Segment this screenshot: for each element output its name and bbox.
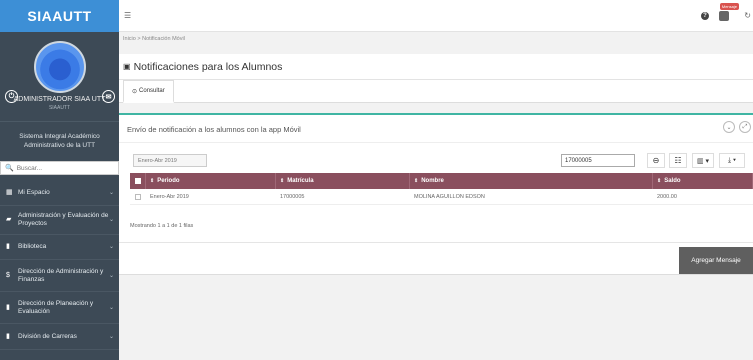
folder-icon: ▰ bbox=[6, 216, 12, 223]
columns-button[interactable]: ▥ ▾ bbox=[692, 153, 714, 168]
export-button[interactable]: ⤓ ▾ bbox=[719, 153, 745, 168]
cell-saldo: 2000.00 bbox=[657, 193, 677, 200]
chevron-down-icon: ⌄ bbox=[108, 189, 114, 196]
help-icon[interactable]: ? bbox=[701, 12, 709, 20]
select-all-checkbox[interactable] bbox=[130, 173, 146, 189]
notification-badge: Mensaje bbox=[719, 3, 739, 10]
column-header-periodo[interactable]: ⇕ Periodo bbox=[146, 173, 276, 189]
search-input[interactable]: Buscar... bbox=[17, 165, 42, 172]
refresh-button[interactable]: ⊖ bbox=[647, 153, 665, 168]
system-name: Sistema Integral Académico Administrativ… bbox=[19, 133, 100, 149]
sidebar-item-label: División de Carreras bbox=[18, 332, 77, 340]
search-input[interactable]: 17000005 bbox=[561, 154, 635, 167]
cell-matricula: 17000005 bbox=[280, 193, 305, 200]
sidebar-item-planeacion[interactable]: ▮ Dirección de Planeación y Evaluación ⌄ bbox=[0, 292, 119, 324]
chevron-down-icon: ⌄ bbox=[108, 272, 114, 279]
table-info: Mostrando 1 a 1 de 1 filas bbox=[130, 223, 194, 229]
tab-label: Consultar bbox=[139, 88, 165, 94]
user-role: SIAAUTT bbox=[48, 105, 71, 111]
sidebar: SIAAUTT ⏻ ✉ ADMINISTRADOR SIAA UTT SIAAU… bbox=[0, 0, 119, 360]
sidebar-item-label: Dirección de Planeación y Evaluación bbox=[18, 299, 94, 315]
notification-panel: Envío de notificación a los alumnos con … bbox=[119, 113, 753, 275]
column-header-saldo[interactable]: ⇕ Saldo bbox=[653, 173, 753, 189]
expand-icon[interactable]: ⤢ bbox=[739, 121, 751, 133]
column-header-matricula[interactable]: ⇕ Matrícula bbox=[276, 173, 410, 189]
brand-logo[interactable]: SIAAUTT bbox=[0, 0, 119, 32]
sort-icon: ⇕ bbox=[414, 178, 419, 184]
download-icon: ⤓ ▾ bbox=[728, 156, 736, 164]
book-icon: ▮ bbox=[6, 243, 10, 250]
period-filter[interactable]: Enero-Abr 2019 bbox=[133, 154, 207, 167]
sidebar-item-label: Dirección de Administración y Finanzas bbox=[18, 267, 104, 283]
page-header: ▣ Notificaciones para los Alumnos bbox=[119, 54, 753, 80]
list-icon: ☷ bbox=[674, 156, 682, 165]
tab-bar: ⊙ Consultar bbox=[119, 80, 753, 103]
page-title: Notificaciones para los Alumnos bbox=[133, 60, 283, 73]
sort-icon: ⇕ bbox=[657, 178, 662, 184]
cell-periodo: Enero-Abr 2019 bbox=[150, 193, 189, 200]
sidebar-item-finanzas[interactable]: $ Dirección de Administración y Finanzas… bbox=[0, 260, 119, 292]
bookmark-icon: ▮ bbox=[6, 303, 10, 311]
columns-icon: ▥ ▾ bbox=[696, 157, 710, 165]
chevron-down-icon: ⌄ bbox=[108, 333, 114, 340]
table-header: ⇕ Periodo ⇕ Matrícula ⇕ Nombre ⇕ Saldo bbox=[130, 173, 753, 189]
data-table: ⇕ Periodo ⇕ Matrícula ⇕ Nombre ⇕ Saldo Enero… bbox=[130, 173, 753, 205]
divider bbox=[119, 242, 753, 243]
panel-tools: ⌄ ⤢ bbox=[723, 121, 751, 133]
tab-consultar[interactable]: ⊙ Consultar bbox=[123, 80, 174, 103]
sidebar-item-proyectos[interactable]: ▰ Administración y Evaluación de Proyect… bbox=[0, 206, 119, 235]
chevron-down-icon: ⌄ bbox=[108, 244, 114, 250]
bookmark-icon: ▮ bbox=[6, 332, 10, 340]
search-icon: ⊙ bbox=[132, 88, 138, 95]
chevron-down-icon: ⌄ bbox=[108, 304, 114, 311]
chevron-down-icon: ⌄ bbox=[108, 217, 114, 223]
topbar: ☰ ? Mensaje ↻ bbox=[119, 0, 753, 32]
sidebar-item-label: Mi Espacio bbox=[18, 188, 50, 196]
mobile-icon: ▣ bbox=[123, 62, 131, 71]
search-icon: 🔍 bbox=[5, 165, 14, 172]
breadcrumb: Inicio > Notificación Móvil bbox=[123, 36, 185, 42]
row-checkbox[interactable] bbox=[130, 189, 146, 205]
collapse-icon[interactable]: ⌄ bbox=[723, 121, 735, 133]
sidebar-menu: ▦ Mi Espacio ⌄ ▰ Administración y Evalua… bbox=[0, 180, 119, 350]
add-message-button[interactable]: Agregar Mensaje bbox=[679, 247, 753, 274]
table-row[interactable]: Enero-Abr 2019 17000005 MOLINA AGUILLON … bbox=[130, 189, 753, 205]
refresh-icon[interactable]: ↻ bbox=[744, 11, 751, 20]
sidebar-item-label: Biblioteca bbox=[18, 243, 47, 250]
divider bbox=[119, 142, 753, 143]
cell-nombre: MOLINA AGUILLON EDSON bbox=[414, 193, 485, 200]
sort-icon: ⇕ bbox=[150, 178, 155, 184]
sidebar-item-mi-espacio[interactable]: ▦ Mi Espacio ⌄ bbox=[0, 180, 119, 206]
toggle-view-button[interactable]: ☷ bbox=[669, 153, 687, 168]
panel-title: Envío de notificación a los alumnos con … bbox=[127, 125, 301, 134]
dollar-icon: $ bbox=[6, 271, 10, 279]
sidebar-search[interactable]: 🔍 Buscar... bbox=[0, 161, 119, 175]
notification-icon[interactable] bbox=[719, 11, 729, 21]
sidebar-item-carreras[interactable]: ▮ División de Carreras ⌄ bbox=[0, 324, 119, 350]
column-header-nombre[interactable]: ⇕ Nombre bbox=[410, 173, 653, 189]
dashboard-icon: ▦ bbox=[6, 188, 13, 196]
user-name: ADMINISTRADOR SIAA UTT bbox=[13, 96, 106, 103]
sidebar-item-biblioteca[interactable]: ▮ Biblioteca ⌄ bbox=[0, 235, 119, 260]
sort-icon: ⇕ bbox=[280, 178, 285, 184]
avatar bbox=[34, 41, 86, 93]
menu-toggle-icon[interactable]: ☰ bbox=[124, 11, 131, 20]
refresh-icon: ⊖ bbox=[652, 156, 660, 165]
sidebar-item-label: Administración y Evaluación de Proyectos bbox=[18, 212, 109, 227]
